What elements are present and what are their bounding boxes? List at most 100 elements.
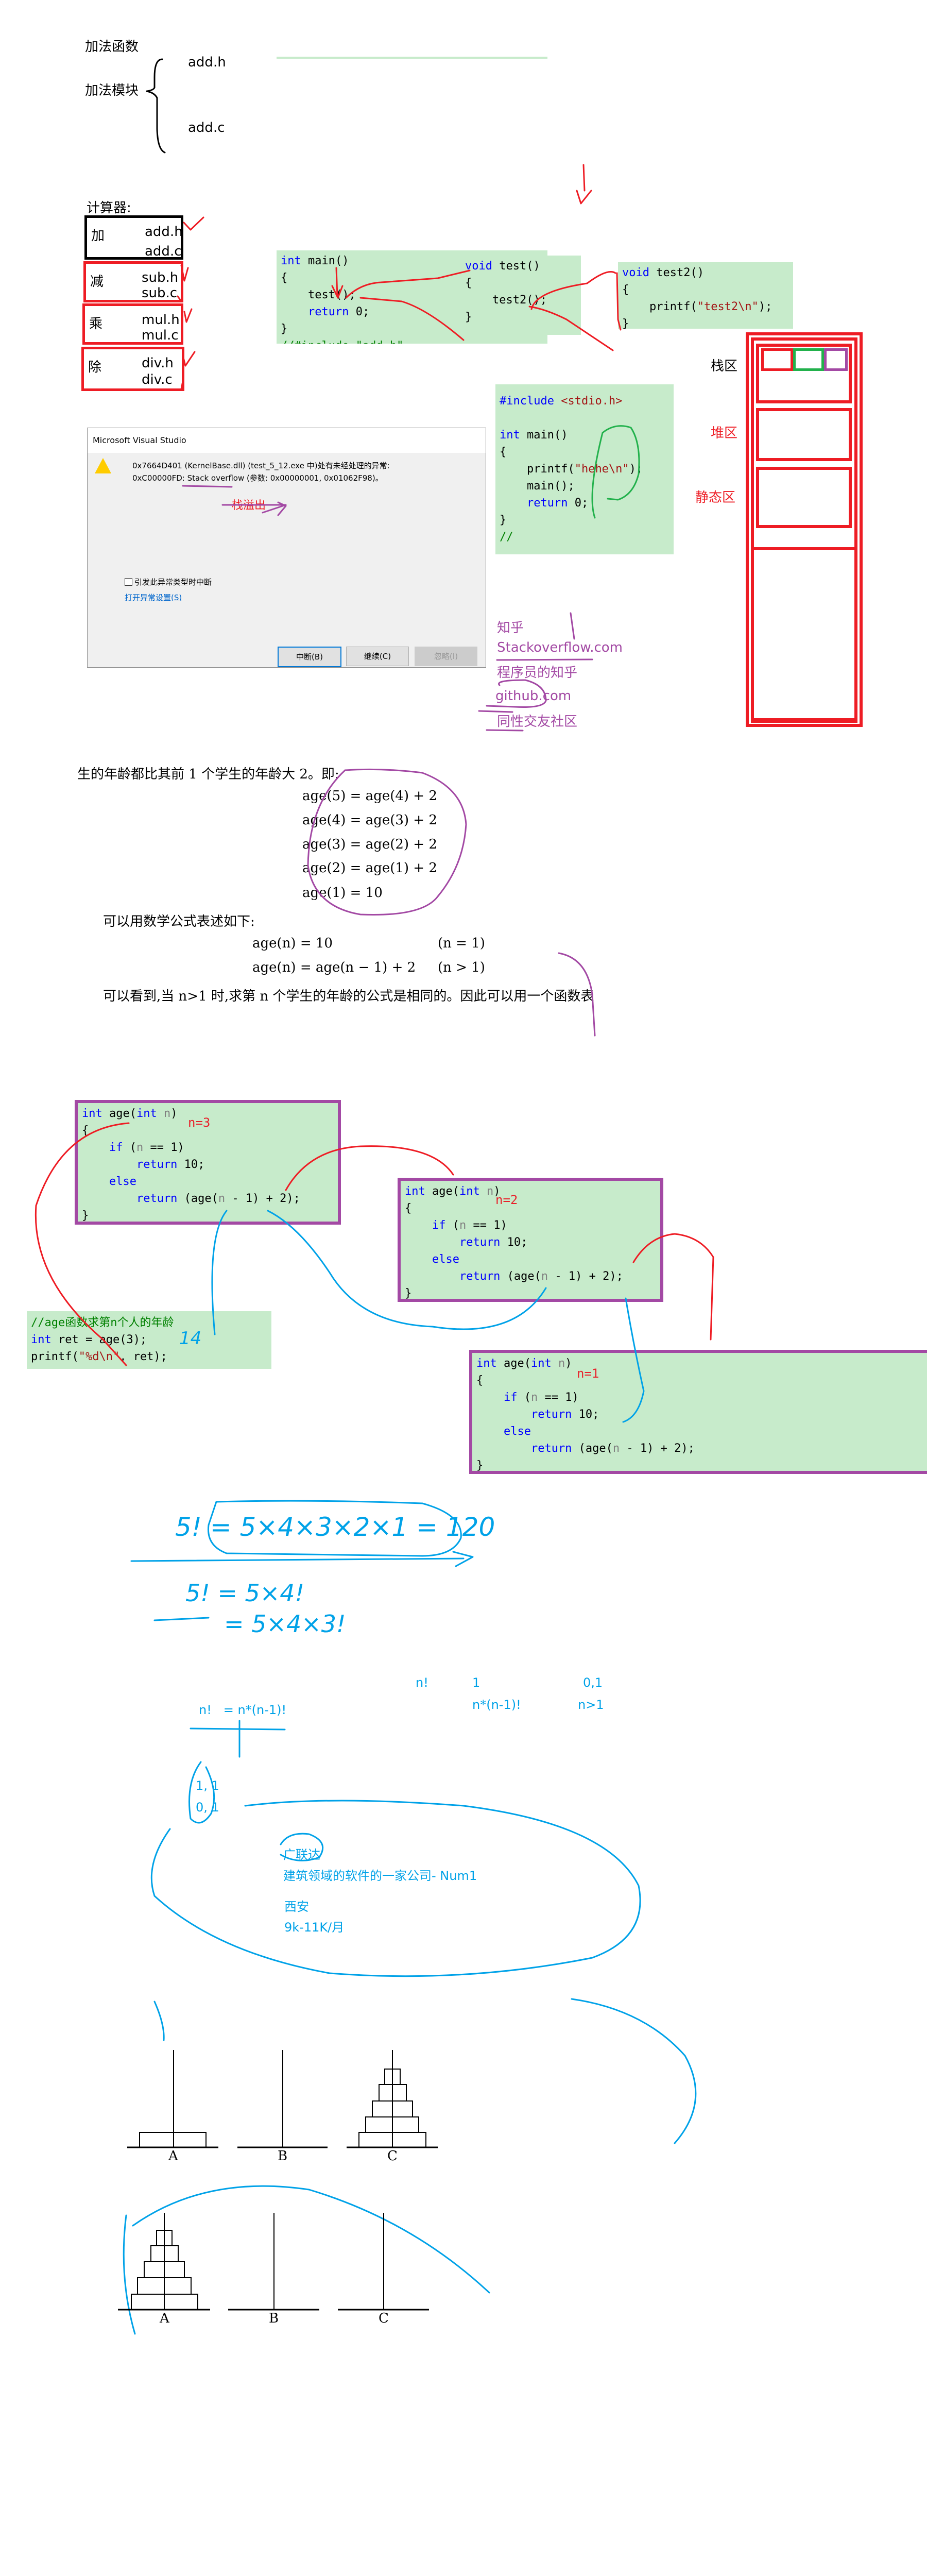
n-value-label: n=3 — [188, 1115, 211, 1130]
code-line: { — [622, 281, 789, 298]
code-token: ( — [445, 1219, 459, 1232]
formula-recursive: age(n) = age(n − 1) + 2 — [252, 960, 416, 975]
formula-recursive-condition: (n > 1) — [438, 960, 485, 975]
divider-line — [277, 57, 547, 59]
factorial-case-base: 1 — [472, 1675, 480, 1690]
continue-button[interactable]: 继续(C) — [346, 647, 409, 666]
peg-label-c: C — [387, 2148, 398, 2164]
calc-source-file: mul.c — [142, 328, 179, 343]
textbook-intro: 生的年龄都比其前 1 个学生的年龄大 2。即: — [77, 767, 339, 782]
heap-region — [756, 408, 852, 461]
calc-source-file: div.c — [142, 372, 173, 387]
checkbox-icon[interactable] — [125, 578, 132, 586]
add-h-label: add.h — [188, 55, 226, 70]
warning-icon — [95, 458, 111, 473]
code-line: if (n == 1) — [476, 1389, 927, 1406]
code-token: int — [476, 1357, 497, 1370]
calc-op: 除 — [88, 360, 102, 375]
exception-message-line1: 0x7664D401 (KernelBase.dll) (test_5_12.e… — [132, 461, 390, 470]
calc-header-file: div.h — [142, 355, 174, 371]
code-token: return — [405, 1236, 501, 1249]
ignore-button[interactable]: 忽略(I) — [415, 647, 477, 666]
code-line: printf("hehe\n"); — [500, 461, 670, 478]
equation: age(5) = age(4) + 2 — [302, 788, 437, 804]
calc-source-file: add.c — [145, 244, 182, 259]
calc-row-sub: 减 sub.h sub.c — [83, 261, 183, 302]
open-exception-settings-link[interactable]: 打开异常设置(S) — [125, 592, 182, 603]
code-token: int — [31, 1333, 52, 1346]
code-token: return — [476, 1408, 572, 1421]
equation: age(2) = age(1) + 2 — [302, 860, 437, 876]
add-function-label: 加法函数 — [85, 39, 139, 55]
code-line: return 10; — [405, 1234, 656, 1251]
break-button[interactable]: 中断(B) — [278, 647, 341, 667]
code-token: } — [500, 514, 507, 527]
code-line: } — [82, 1207, 334, 1222]
code-token: { — [500, 446, 507, 459]
code-line: else — [476, 1423, 927, 1440]
exception-dialog: Microsoft Visual Studio 0x7664D401 (Kern… — [87, 428, 486, 668]
hanoi-towers — [118, 2050, 438, 2311]
calc-row-div: 除 div.h div.c — [81, 347, 184, 391]
textbook-conclusion: 可以看到,当 n>1 时,求第 n 个学生的年龄的公式是相同的。因此可以用一个函… — [103, 989, 594, 1004]
equation: age(4) = age(3) + 2 — [302, 812, 437, 828]
code-line: if (n == 1) — [405, 1217, 656, 1234]
static-region — [756, 467, 852, 528]
add-module-label: 加法模块 — [85, 83, 139, 98]
code-token: return — [281, 306, 349, 318]
calc-op: 减 — [90, 274, 104, 290]
code-token: { — [281, 272, 288, 284]
heap-area-label: 堆区 — [711, 426, 738, 441]
code-token: #include — [500, 395, 554, 408]
add-c-label: add.c — [188, 120, 225, 135]
checkbox-label: 引发此异常类型时中断 — [134, 578, 212, 587]
code-age-call-2: int age(int n){ if (n == 1) return 10; e… — [398, 1178, 663, 1302]
stack-frame-test — [793, 348, 824, 371]
code-token: return — [82, 1192, 178, 1205]
code-recursive-main: #include <stdio.h> int main() { printf("he… — [495, 384, 674, 554]
formula-base: age(n) = 10 — [252, 936, 333, 951]
code-line: void test2() — [622, 264, 789, 281]
code-token: return — [405, 1270, 501, 1283]
code-line: } — [465, 309, 577, 326]
code-token: test() — [492, 260, 540, 273]
code-token: - 1) + 2); — [548, 1270, 623, 1283]
code-token: main() — [520, 429, 568, 442]
blue-drawings — [123, 1500, 697, 2335]
code-token: int — [530, 1357, 552, 1370]
code-line: } — [500, 512, 670, 529]
exception-message-line2: 0xC00000FD: Stack overflow (参数: 0x000000… — [132, 473, 383, 483]
code-line: printf("test2\n"); — [622, 298, 789, 315]
code-test: void test() { test2();} — [461, 256, 581, 335]
code-line: else — [405, 1251, 656, 1268]
code-token: n — [218, 1192, 226, 1205]
code-line: { — [476, 1372, 927, 1389]
code-token: , ret); — [119, 1350, 167, 1363]
code-line: return (age(n - 1) + 2); — [476, 1440, 927, 1457]
stack-area-label: 栈区 — [711, 359, 738, 374]
code-token: age( — [102, 1107, 136, 1120]
code-token: n — [136, 1141, 144, 1154]
code-line: else — [82, 1173, 334, 1190]
code-line: return 0; — [500, 495, 670, 512]
code-line: //age函数求第n个人的年龄 — [31, 1314, 267, 1331]
code-token: void — [622, 266, 649, 279]
code-line: main(); — [500, 478, 670, 495]
code-token: "hehe\n" — [574, 463, 629, 476]
code-token: - 1) + 2); — [620, 1442, 695, 1455]
code-token: int — [459, 1185, 480, 1198]
code-age-call-3: int age(int n){ if (n == 1) return 10; e… — [469, 1350, 927, 1474]
code-token: 0; — [568, 497, 589, 510]
code-token: else — [405, 1253, 459, 1266]
factorial-def-lhs: n! — [416, 1675, 428, 1690]
peg-label-c: C — [379, 2311, 389, 2326]
code-line: int age(int n) — [476, 1355, 927, 1372]
factorial-case-recursive: n*(n-1)! — [472, 1698, 521, 1712]
code-token: void — [465, 260, 492, 273]
company-salary: 9k-11K/月 — [284, 1920, 345, 1935]
code-line: return 10; — [82, 1156, 334, 1173]
code-line: int age(int n) — [405, 1183, 656, 1200]
break-on-exception-checkbox[interactable]: 引发此异常类型时中断 — [125, 577, 212, 587]
calc-source-file: sub.c — [142, 285, 178, 301]
code-token: ); — [758, 300, 772, 313]
